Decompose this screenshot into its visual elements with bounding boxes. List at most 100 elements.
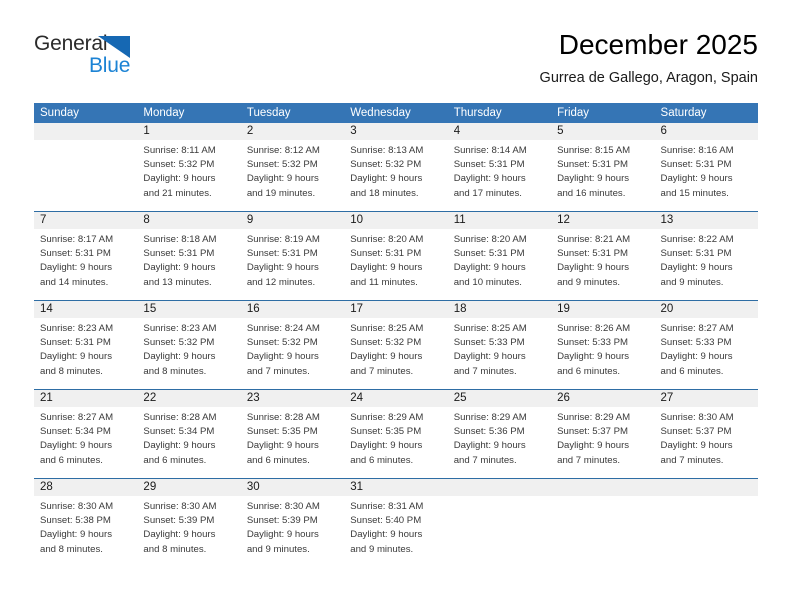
day-detail-line: and 6 minutes. — [350, 454, 414, 466]
day-detail-line: Sunrise: 8:25 AM — [350, 323, 424, 334]
day-number: 24 — [350, 392, 364, 404]
day-detail-line: Sunset: 5:31 PM — [350, 248, 422, 260]
day-cell[interactable]: 8 Sunrise: 8:18 AM Sunset: 5:31 PM Daylight… — [137, 212, 241, 300]
day-detail-line: Daylight: 9 hours — [453, 351, 526, 363]
day-details — [655, 496, 758, 500]
day-detail-line: Sunset: 5:33 PM — [660, 337, 732, 349]
day-detail-line: and 9 minutes. — [246, 543, 310, 555]
calendar-grid: Sunday Monday Tuesday Wednesday Thursday Frid… — [34, 103, 758, 567]
day-cell[interactable]: 17 Sunrise: 8:25 AM Sunset: 5:32 PM Dayligh… — [344, 301, 448, 389]
day-cell[interactable]: 2 Sunrise: 8:12 AM Sunset: 5:32 PM Daylight… — [240, 123, 345, 211]
day-cell[interactable]: 5 Sunrise: 8:15 AM Sunset: 5:31 PM Daylight… — [551, 123, 655, 211]
day-detail-line: Daylight: 9 hours — [246, 529, 319, 541]
day-cell[interactable]: 19 Sunrise: 8:26 AM Sunset: 5:33 PM Dayligh… — [551, 301, 655, 389]
day-detail-line: and 7 minutes. — [453, 454, 517, 466]
day-cell[interactable]: 4 Sunrise: 8:14 AM Sunset: 5:31 PM Daylight… — [447, 123, 552, 211]
day-number-band — [34, 123, 138, 140]
day-detail-line: Sunrise: 8:25 AM — [453, 323, 527, 334]
day-detail-line: Daylight: 9 hours — [246, 173, 319, 185]
day-details: Sunrise: 8:30 AM Sunset: 5:37 PM Daylight:… — [655, 407, 758, 468]
day-number-band — [654, 479, 758, 496]
day-number-band: 24 — [344, 390, 448, 407]
calendar-page: General Blue December 2025 Gurrea de Gal… — [0, 0, 792, 612]
day-cell[interactable]: 15 Sunrise: 8:23 AM Sunset: 5:32 PM Dayligh… — [137, 301, 241, 389]
day-number: 1 — [143, 125, 150, 137]
day-cell[interactable]: 27 Sunrise: 8:30 AM Sunset: 5:37 PM Dayligh… — [654, 390, 758, 478]
day-cell[interactable]: 12 Sunrise: 8:21 AM Sunset: 5:31 PM Dayligh… — [551, 212, 655, 300]
day-cell-empty — [654, 479, 758, 567]
day-cell[interactable]: 6 Sunrise: 8:16 AM Sunset: 5:31 PM Daylight… — [654, 123, 758, 211]
day-detail-line: and 7 minutes. — [660, 454, 724, 466]
day-detail-line: Daylight: 9 hours — [557, 351, 630, 363]
day-detail-line: Sunset: 5:32 PM — [350, 337, 422, 349]
day-detail-line: and 16 minutes. — [557, 187, 626, 199]
day-cell[interactable]: 30 Sunrise: 8:30 AM Sunset: 5:39 PM Dayligh… — [240, 479, 345, 567]
page-header: General Blue December 2025 Gurrea de Gal… — [0, 0, 792, 100]
day-detail-line: and 21 minutes. — [143, 187, 212, 199]
day-cell[interactable]: 13 Sunrise: 8:22 AM Sunset: 5:31 PM Dayligh… — [654, 212, 758, 300]
day-cell[interactable]: 25 Sunrise: 8:29 AM Sunset: 5:36 PM Dayligh… — [447, 390, 552, 478]
day-cell[interactable]: 11 Sunrise: 8:20 AM Sunset: 5:31 PM Dayligh… — [447, 212, 552, 300]
day-detail-line: Sunrise: 8:24 AM — [246, 323, 320, 334]
day-number-band: 2 — [240, 123, 345, 140]
day-detail-line: Sunset: 5:40 PM — [350, 515, 422, 527]
day-detail-line: Daylight: 9 hours — [143, 173, 216, 185]
day-cell[interactable]: 28 Sunrise: 8:30 AM Sunset: 5:38 PM Dayligh… — [34, 479, 138, 567]
day-number: 5 — [557, 125, 564, 137]
day-detail-line: and 17 minutes. — [453, 187, 522, 199]
day-cell[interactable]: 23 Sunrise: 8:28 AM Sunset: 5:35 PM Dayligh… — [240, 390, 345, 478]
day-detail-line: Sunrise: 8:21 AM — [557, 234, 631, 245]
day-detail-line: Daylight: 9 hours — [40, 440, 112, 452]
day-detail-line: Daylight: 9 hours — [350, 262, 423, 274]
day-cell[interactable]: 3 Sunrise: 8:13 AM Sunset: 5:32 PM Daylight… — [344, 123, 448, 211]
day-cell[interactable]: 24 Sunrise: 8:29 AM Sunset: 5:35 PM Dayligh… — [344, 390, 448, 478]
day-cell[interactable]: 22 Sunrise: 8:28 AM Sunset: 5:34 PM Dayligh… — [137, 390, 241, 478]
day-cell[interactable]: 10 Sunrise: 8:20 AM Sunset: 5:31 PM Dayligh… — [344, 212, 448, 300]
day-details: Sunrise: 8:28 AM Sunset: 5:35 PM Daylight:… — [241, 407, 344, 468]
day-number-band: 3 — [344, 123, 448, 140]
day-cell[interactable]: 1 Sunrise: 8:11 AM Sunset: 5:32 PM Daylight… — [137, 123, 241, 211]
day-cell[interactable]: 18 Sunrise: 8:25 AM Sunset: 5:33 PM Dayligh… — [447, 301, 552, 389]
day-detail-line: and 11 minutes. — [350, 276, 418, 288]
day-number: 14 — [40, 303, 53, 315]
day-cell[interactable]: 29 Sunrise: 8:30 AM Sunset: 5:39 PM Dayligh… — [137, 479, 241, 567]
day-details: Sunrise: 8:29 AM Sunset: 5:37 PM Daylight:… — [551, 407, 654, 468]
day-number-band: 14 — [34, 301, 138, 318]
day-detail-line: Daylight: 9 hours — [246, 351, 319, 363]
day-detail-line: Daylight: 9 hours — [660, 351, 733, 363]
day-detail-line: Sunset: 5:38 PM — [40, 515, 111, 527]
day-cell[interactable]: 14 Sunrise: 8:23 AM Sunset: 5:31 PM Dayligh… — [34, 301, 138, 389]
day-detail-line: Daylight: 9 hours — [246, 440, 319, 452]
week-inner: 21 Sunrise: 8:27 AM Sunset: 5:34 PM Dayligh… — [34, 390, 758, 478]
day-detail-line: and 14 minutes. — [40, 276, 109, 288]
day-number: 4 — [453, 125, 461, 137]
day-cell[interactable]: 26 Sunrise: 8:29 AM Sunset: 5:37 PM Dayligh… — [551, 390, 655, 478]
day-number-band: 9 — [240, 212, 345, 229]
day-detail-line: and 10 minutes. — [453, 276, 522, 288]
calendar-week-row: 1 Sunrise: 8:11 AM Sunset: 5:32 PM Daylight… — [34, 123, 758, 211]
day-detail-line: Sunrise: 8:29 AM — [453, 412, 527, 423]
week-inner: 7 Sunrise: 8:17 AM Sunset: 5:31 PM Daylight… — [34, 212, 758, 300]
day-detail-line: and 18 minutes. — [350, 187, 419, 199]
day-cell[interactable]: 31 Sunrise: 8:31 AM Sunset: 5:40 PM Dayligh… — [344, 479, 448, 567]
day-detail-line: Sunset: 5:37 PM — [557, 426, 629, 438]
day-number-band: 22 — [137, 390, 241, 407]
day-detail-line: Sunrise: 8:29 AM — [350, 412, 424, 423]
day-cell[interactable]: 7 Sunrise: 8:17 AM Sunset: 5:31 PM Daylight… — [34, 212, 138, 300]
day-number-band: 12 — [551, 212, 655, 229]
day-detail-line: Sunset: 5:39 PM — [143, 515, 215, 527]
day-cell[interactable]: 9 Sunrise: 8:19 AM Sunset: 5:31 PM Daylight… — [240, 212, 345, 300]
day-number: 10 — [350, 214, 364, 226]
day-detail-line: Daylight: 9 hours — [350, 173, 423, 185]
weekday-header-friday: Friday — [557, 107, 590, 119]
day-detail-line: and 6 minutes. — [557, 365, 621, 377]
day-number-band: 18 — [447, 301, 552, 318]
day-details: Sunrise: 8:21 AM Sunset: 5:31 PM Daylight:… — [551, 229, 654, 290]
day-number: 28 — [40, 481, 53, 493]
day-cell[interactable]: 21 Sunrise: 8:27 AM Sunset: 5:34 PM Dayligh… — [34, 390, 138, 478]
day-cell[interactable]: 20 Sunrise: 8:27 AM Sunset: 5:33 PM Dayligh… — [654, 301, 758, 389]
generalblue-logo[interactable]: General Blue — [34, 32, 174, 82]
day-detail-line: and 6 minutes. — [143, 454, 207, 466]
weekday-header-saturday: Saturday — [660, 107, 707, 119]
day-cell[interactable]: 16 Sunrise: 8:24 AM Sunset: 5:32 PM Dayligh… — [240, 301, 345, 389]
